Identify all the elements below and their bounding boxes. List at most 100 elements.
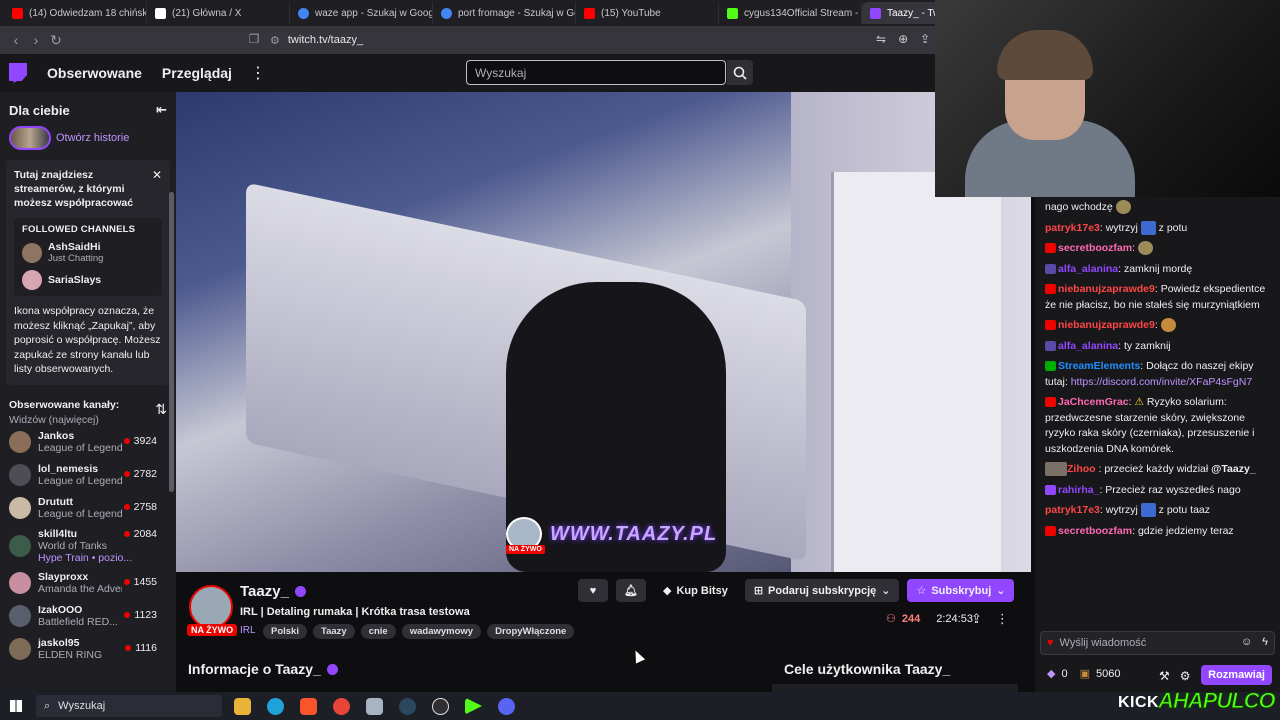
buy-bits-button[interactable]: ◆ Kup Bitsy: [654, 579, 737, 602]
stream-title: IRL | Detaling rumaka | Krótka trasa tes…: [240, 606, 470, 618]
webcam-overlay: [935, 0, 1280, 197]
browser-tab[interactable]: port fromage - Szukaj w Googl: [433, 2, 576, 24]
close-icon[interactable]: ✕: [152, 168, 162, 182]
reload-icon[interactable]: ↻: [46, 32, 66, 49]
nav-browse[interactable]: Przeglądaj: [162, 65, 232, 81]
chat-input[interactable]: ♥ Wyślij wiadomość ☺ ϟ: [1040, 631, 1275, 655]
about-heading: Informacje o Taazy_: [188, 661, 338, 677]
tag[interactable]: wadawymowy: [401, 624, 482, 639]
sidebar-channel[interactable]: skill4ltu World of Tanks Hype Train • pozi…: [0, 525, 176, 567]
emote: [1160, 318, 1176, 333]
translate-icon[interactable]: ⇋: [876, 32, 886, 46]
search-input[interactable]: Wyszukaj: [466, 60, 726, 85]
chat-points: ◆ 0 ▣ 5060: [1047, 667, 1121, 681]
discord-icon[interactable]: [498, 697, 515, 715]
taskbar-apps: [234, 697, 515, 715]
subscribe-button[interactable]: ☆ Subskrybuj ⌄: [907, 579, 1015, 602]
sidebar-channel[interactable]: lol_nemesis League of Legends 2782: [0, 459, 176, 492]
follow-button[interactable]: ♥: [578, 579, 608, 602]
site-info-icon[interactable]: ⚙: [270, 34, 280, 47]
settings-icon[interactable]: ⚙: [1180, 669, 1191, 683]
chat-username[interactable]: patryk17e3: [1045, 504, 1100, 516]
avatar: [9, 534, 31, 557]
sidebar-channel[interactable]: Drututt League of Legends 2758: [0, 492, 176, 525]
url-field[interactable]: ⚙ twitch.tv/taazy_: [270, 31, 920, 49]
brave-icon[interactable]: [300, 697, 317, 715]
channel-points-icon[interactable]: ▣: [1080, 667, 1090, 680]
nav-followed[interactable]: Obserwowane: [47, 65, 142, 81]
chat-username[interactable]: StreamElements: [1058, 360, 1140, 372]
chat-username[interactable]: niebanujzaprawde9: [1058, 283, 1155, 295]
collab-description: Ikona współpracy oznacza, że możesz klik…: [14, 305, 161, 375]
stories-row[interactable]: Otwórz historie: [0, 118, 176, 158]
sidebar-channel[interactable]: IzakOOO Battlefield RED... 1123: [0, 600, 176, 633]
more-icon[interactable]: ⋮: [250, 63, 266, 83]
browser-tab[interactable]: waze app - Szukaj w Google: [290, 2, 433, 24]
sidebar-scrollbar[interactable]: [169, 192, 174, 492]
avatar: [9, 605, 31, 627]
browser-tab[interactable]: (14) Odwiedzam 18 chińskich s: [4, 2, 147, 24]
chat-send-button[interactable]: Rozmawiaj: [1201, 665, 1272, 685]
file-explorer-icon[interactable]: [234, 697, 251, 715]
browser-tab[interactable]: (15) YouTube: [576, 2, 719, 24]
chat-username[interactable]: patryk17e3: [1045, 222, 1100, 234]
back-icon[interactable]: ‹: [6, 32, 26, 48]
zoom-icon[interactable]: ⊕: [898, 32, 908, 46]
tag[interactable]: Polski: [263, 624, 307, 639]
chrome-icon[interactable]: [333, 697, 350, 715]
sidebar-channel[interactable]: jaskol95 ELDEN RING 1116: [0, 633, 176, 666]
forward-icon[interactable]: ›: [26, 32, 46, 48]
video-player[interactable]: NA ŻYWO WWW.TAAZY.PL: [176, 92, 1031, 572]
chat-mention[interactable]: @Taazy_: [1211, 463, 1255, 475]
search-button[interactable]: [727, 60, 753, 85]
notifications-button[interactable]: 🔔︎: [616, 579, 646, 602]
emote-picker-icon[interactable]: ☺: [1241, 636, 1252, 648]
gift-sub-button[interactable]: ⊞ Podaruj subskrypcję ⌄: [744, 579, 900, 602]
twitch-logo-icon[interactable]: [9, 63, 27, 83]
play-icon[interactable]: [465, 697, 482, 715]
taskbar-search[interactable]: ⌕ Wyszukaj: [36, 695, 222, 717]
tag[interactable]: cnie: [360, 624, 396, 639]
browser-tab[interactable]: (21) Główna / X: [147, 2, 290, 24]
steam-icon[interactable]: [399, 697, 416, 715]
sidebar-channel[interactable]: Jankos League of Legends 3924: [0, 426, 176, 459]
share-icon[interactable]: ⇪: [920, 32, 930, 46]
twitch-top-nav: Obserwowane Przeglądaj ⋮ Wyszukaj: [0, 54, 1035, 92]
tag[interactable]: Taazy: [313, 624, 355, 639]
address-actions: ⇋ ⊕ ⇪: [876, 32, 930, 46]
bits-icon[interactable]: ϟ: [1262, 636, 1268, 648]
tools-icon[interactable]: ⚒: [1159, 669, 1170, 683]
channel-avatar[interactable]: [189, 585, 233, 629]
collapse-icon[interactable]: ⇤: [156, 102, 167, 118]
watermark-live-badge: NA ŻYWO: [506, 545, 545, 554]
chat-username[interactable]: alfa_alanina: [1058, 340, 1118, 352]
chat-username[interactable]: JaChcemGrac: [1058, 396, 1129, 408]
edge-icon[interactable]: [267, 697, 284, 715]
category-link[interactable]: IRL: [240, 625, 256, 636]
chat-username[interactable]: secretboozfam: [1058, 242, 1132, 254]
google-icon: [298, 7, 309, 19]
chat-link[interactable]: https://discord.com/invite/XFaP4sFgN7: [1071, 376, 1253, 388]
stream-info: NA ŻYWO Taazy_ IRL | Detaling rumaka | K…: [176, 572, 1031, 694]
windows-start-icon[interactable]: [10, 700, 22, 712]
obs-icon[interactable]: [432, 697, 449, 715]
story-avatar[interactable]: [9, 126, 51, 150]
channel-name[interactable]: Taazy_: [240, 583, 306, 600]
chat-username[interactable]: secretboozfam: [1058, 525, 1132, 537]
browser-tab[interactable]: cygus134Official Stream - Wat: [719, 2, 862, 24]
sidebar-channel[interactable]: SlayproxxAmanda the Adventurer 1455: [0, 567, 176, 600]
chat-username[interactable]: alfa_alanina: [1058, 263, 1118, 275]
chat-username[interactable]: rahirha_: [1058, 484, 1099, 496]
chat-message: alfa_alanina: zamknij mordę: [1045, 262, 1272, 278]
bits-icon[interactable]: ◆: [1047, 667, 1055, 680]
more-icon[interactable]: ⋮: [996, 611, 1009, 627]
goals-heading: Cele użytkownika Taazy_: [784, 661, 951, 677]
sort-icon[interactable]: ⇅: [155, 401, 167, 426]
chat-tools: ⚒ ⚙: [1159, 669, 1191, 683]
tag[interactable]: DropyWłączone: [487, 624, 575, 639]
bookmark-icon[interactable]: ❐: [244, 32, 264, 46]
chat-username[interactable]: niebanujzaprawde9: [1058, 319, 1155, 331]
chat-username[interactable]: Zihoo: [1067, 463, 1096, 475]
app-icon[interactable]: [366, 697, 383, 715]
share-icon[interactable]: ⇪: [971, 611, 982, 627]
